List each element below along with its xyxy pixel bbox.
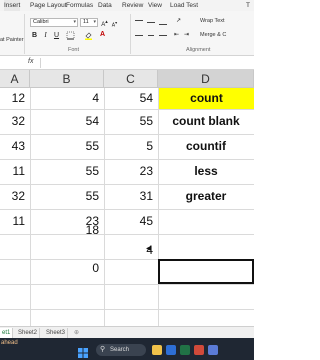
format-painter-button[interactable]: at Painter [0, 36, 24, 44]
tab-insert[interactable]: Insert [4, 0, 21, 11]
font-name-value: Calibri [33, 19, 49, 25]
tab-formulas[interactable]: Formulas [66, 0, 93, 11]
search-label: Search [110, 347, 130, 353]
tab-data[interactable]: Data [98, 0, 112, 11]
cell-a5[interactable]: 32 [0, 184, 30, 209]
file-explorer-icon[interactable] [152, 345, 162, 355]
cell-a2[interactable]: 32 [0, 109, 30, 134]
add-sheet-icon[interactable]: ⊕ [72, 328, 81, 338]
cell-c2[interactable]: 55 [104, 109, 158, 134]
tab-view[interactable]: View [148, 0, 162, 11]
underline-icon[interactable]: U [52, 31, 61, 40]
orientation-icon[interactable]: ↗ [174, 17, 183, 26]
cell-a1[interactable]: 12 [0, 86, 30, 111]
taskbar: ahead ⚲ Search [0, 338, 254, 360]
cell-d5[interactable]: greater [158, 184, 254, 209]
formula-bar: fx [0, 56, 254, 70]
column-header-d[interactable]: D [158, 70, 254, 88]
sheet-tab-bar: et1 Sheet2 Sheet3 ⊕ [0, 326, 254, 338]
align-bottom-icon[interactable] [159, 24, 167, 25]
cell-b1[interactable]: 4 [30, 86, 104, 111]
status-text: ahead [1, 340, 18, 346]
tab-load-test[interactable]: Load Test [170, 0, 198, 11]
cell-c6[interactable]: 45 [104, 209, 158, 234]
cell-b4[interactable]: 55 [30, 159, 104, 184]
cell-a6[interactable]: 11 [0, 209, 30, 234]
cell-c4[interactable]: 23 [104, 159, 158, 184]
formula-input[interactable] [40, 58, 252, 68]
font-name-select[interactable]: Calibri ▾ [30, 18, 78, 27]
cell-d3[interactable]: countif [158, 134, 254, 159]
increase-indent-icon[interactable]: ⇥ [182, 31, 191, 40]
excel-icon[interactable] [180, 345, 190, 355]
sheet-tab-3[interactable]: Sheet3 [44, 328, 69, 338]
cell-a3[interactable]: 43 [0, 134, 30, 159]
align-center-icon[interactable] [148, 35, 154, 36]
cell-b3[interactable]: 55 [30, 134, 104, 159]
cell-d2[interactable]: count blank [158, 109, 254, 134]
cell-c3[interactable]: 5 [104, 134, 158, 159]
font-color-icon[interactable]: A [98, 30, 107, 39]
taskbar-search[interactable]: ⚲ Search [96, 344, 146, 356]
tab-t[interactable]: T [246, 0, 250, 11]
sheet-tab-2[interactable]: Sheet2 [16, 328, 41, 338]
italic-icon[interactable]: I [41, 31, 50, 40]
borders-icon[interactable] [66, 31, 75, 40]
align-right-icon[interactable] [159, 35, 167, 36]
cell-d6[interactable] [158, 209, 254, 234]
fill-color-icon[interactable] [84, 31, 93, 40]
tab-review[interactable]: Review [122, 0, 143, 11]
cell-b10[interactable]: 0 [30, 256, 104, 281]
wrap-text-button[interactable]: Wrap Text [200, 17, 225, 25]
active-cell-d10[interactable] [158, 259, 254, 284]
shrink-font-icon[interactable]: A▾ [110, 18, 119, 29]
group-separator [130, 14, 131, 54]
cell-b8[interactable]: 18 [30, 218, 104, 243]
tab-page-layout[interactable]: Page Layout [30, 0, 67, 11]
cell-c5[interactable]: 31 [104, 184, 158, 209]
font-group-label: Font [68, 47, 80, 53]
gridline [0, 309, 254, 310]
group-separator [24, 14, 25, 54]
windows-icon[interactable] [78, 345, 88, 358]
cell-d1[interactable]: count [159, 88, 254, 109]
cell-c1[interactable]: 54 [104, 86, 158, 111]
sheet-tab-1[interactable]: et1 [0, 328, 14, 338]
cell-a4[interactable]: 11 [0, 159, 30, 184]
merge-center-button[interactable]: Merge & C [200, 31, 226, 39]
cell-d4[interactable]: less [158, 159, 254, 184]
app-icon[interactable] [208, 345, 218, 355]
worksheet-grid[interactable]: 12 4 54 count 32 54 55 count blank 43 55… [0, 88, 254, 326]
gridline [0, 284, 254, 285]
chevron-down-icon: ▾ [93, 19, 96, 25]
cell-b5[interactable]: 55 [30, 184, 104, 209]
align-left-icon[interactable] [135, 35, 143, 36]
fx-icon[interactable]: fx [28, 58, 33, 65]
chevron-down-icon: ▾ [73, 19, 76, 25]
align-top-icon[interactable] [135, 20, 143, 21]
align-middle-icon[interactable] [147, 22, 155, 23]
font-size-value: 11 [83, 19, 89, 25]
font-size-select[interactable]: 11 ▾ [80, 18, 98, 27]
bold-icon[interactable]: B [30, 31, 39, 40]
search-icon: ⚲ [100, 346, 106, 353]
grow-font-icon[interactable]: A▴ [100, 18, 109, 28]
cell-b2[interactable]: 54 [30, 109, 104, 134]
decrease-indent-icon[interactable]: ⇤ [172, 31, 181, 40]
edge-icon[interactable] [166, 345, 176, 355]
alignment-group-label: Alignment [186, 47, 211, 53]
ribbon-tabs: Insert Page Layout Formulas Data Review … [0, 0, 254, 11]
mouse-pointer-icon: ◂ [146, 243, 152, 254]
ribbon: at Painter Calibri ▾ 11 ▾ A▴ A▾ B I U A … [0, 11, 254, 56]
app-icon[interactable] [194, 345, 204, 355]
